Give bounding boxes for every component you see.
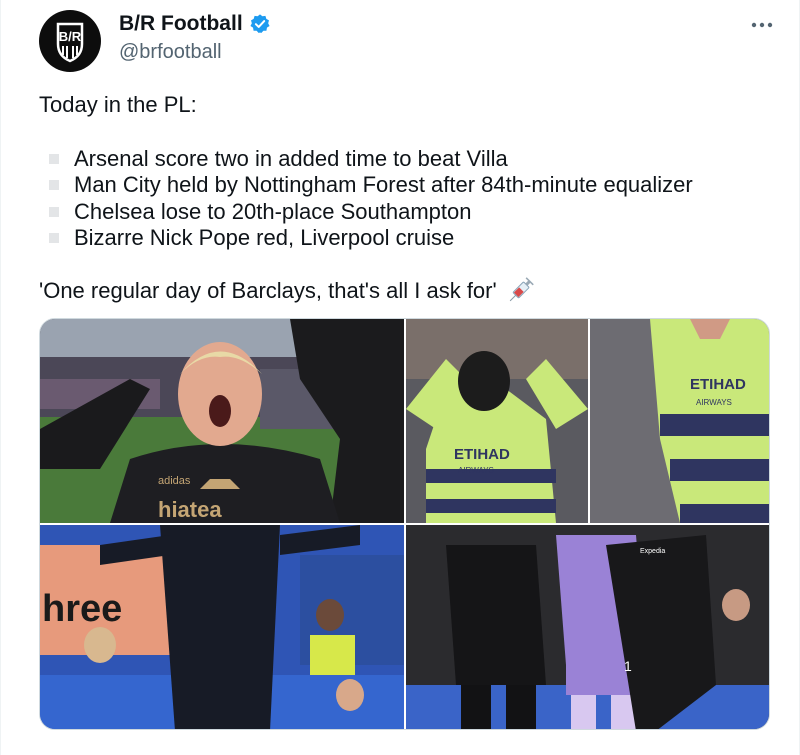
tweet-intro: Today in the PL:: [39, 92, 197, 117]
more-options-icon[interactable]: [747, 10, 777, 40]
list-item: Chelsea lose to 20th-place Southampton: [49, 199, 693, 225]
shirt-text: hiatea: [158, 497, 222, 522]
syringe-icon: [509, 277, 534, 302]
verified-badge-icon: [250, 14, 270, 33]
avatar-text: B/R: [59, 29, 82, 44]
shirt-brand: adidas: [158, 475, 191, 487]
bullet-text: Bizarre Nick Pope red, Liverpool cruise: [74, 225, 455, 251]
photo-city-player-back[interactable]: ETIHAD AIRWAYS: [590, 319, 769, 523]
bullet-text: Man City held by Nottingham Forest after…: [74, 172, 693, 198]
photo-city-player-hands-on-head[interactable]: ETIHAD AIRWAYS: [406, 319, 588, 523]
bullet-text: Arsenal score two in added time to beat …: [74, 146, 508, 172]
jacket-brand: Expedia: [640, 548, 665, 555]
photo-arsenal-celebration[interactable]: hiatea adidas: [40, 319, 404, 523]
list-item: Bizarre Nick Pope red, Liverpool cruise: [49, 225, 693, 251]
shirt-sponsor-sub: AIRWAYS: [458, 466, 494, 475]
tweet-quote: 'One regular day of Barclays, that's all…: [39, 276, 535, 306]
bullet-square-icon: [49, 206, 59, 217]
shirt-sponsor: ETIHAD: [690, 376, 746, 393]
board-text: hree: [42, 588, 122, 630]
shirt-sponsor-sub: AIRWAYS: [696, 398, 732, 407]
photo-liverpool-goalkeeper[interactable]: 1 Expedia: [406, 525, 769, 729]
bullet-text: Chelsea lose to 20th-place Southampton: [74, 198, 472, 224]
tweet-card: B/R B/R Football @brfootball Today in th…: [0, 0, 800, 755]
bullet-square-icon: [49, 180, 59, 191]
shirt-sponsor: ETIHAD: [454, 446, 510, 463]
tweet-photo-grid: hiatea adidas ETIHAD AIRWAYS ETIHAD AIRW…: [39, 318, 770, 730]
bullet-square-icon: [49, 154, 59, 165]
tweet-bullet-list: Arsenal score two in added time to beat …: [49, 146, 693, 251]
quote-text: 'One regular day of Barclays, that's all…: [39, 278, 497, 303]
bullet-square-icon: [49, 233, 59, 244]
account-name-row[interactable]: B/R Football: [119, 12, 271, 36]
photo-chelsea-manager[interactable]: hree: [40, 525, 404, 729]
account-avatar[interactable]: B/R: [39, 10, 101, 72]
list-item: Man City held by Nottingham Forest after…: [49, 172, 693, 198]
account-name[interactable]: B/R Football: [119, 12, 243, 36]
shirt-number: 1: [624, 658, 632, 674]
list-item: Arsenal score two in added time to beat …: [49, 146, 693, 172]
br-logo-icon: B/R: [56, 22, 84, 63]
account-handle[interactable]: @brfootball: [119, 41, 222, 64]
